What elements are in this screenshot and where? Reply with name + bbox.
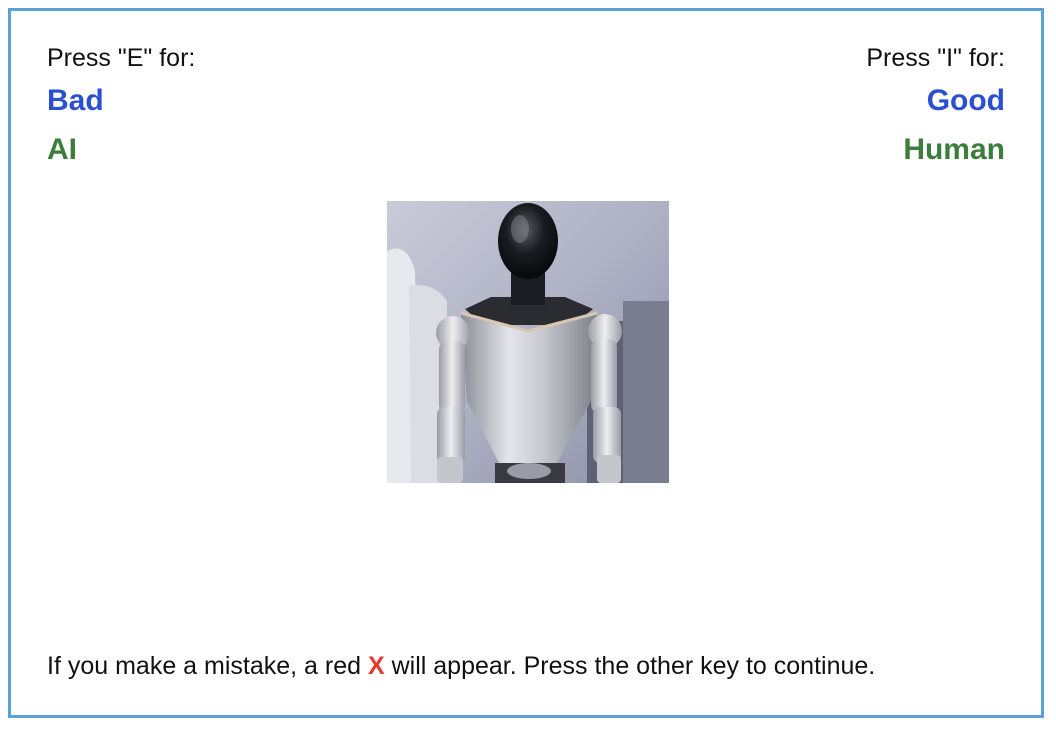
right-key-panel: Press "I" for: Good Human bbox=[866, 43, 1005, 168]
left-category-bottom: AI bbox=[47, 133, 77, 166]
left-key-panel: Press "E" for: Bad AI bbox=[47, 43, 195, 168]
error-mark: X bbox=[367, 652, 385, 680]
instructions-after: will appear. Press the other key to cont… bbox=[384, 652, 876, 680]
right-category-top: Good bbox=[926, 84, 1005, 117]
instructions-before: If you make a mistake, a red bbox=[47, 652, 368, 680]
task-frame: Press "E" for: Bad AI Press "I" for: Goo… bbox=[8, 8, 1044, 718]
right-key-prompt: Press "I" for: bbox=[866, 44, 1005, 72]
left-category-top: Bad bbox=[47, 84, 104, 117]
stimulus-image bbox=[387, 201, 669, 483]
instructions-text: If you make a mistake, a red X will appe… bbox=[47, 651, 1005, 681]
humanoid-robot-photo bbox=[387, 201, 669, 483]
right-category-bottom: Human bbox=[903, 133, 1005, 166]
left-key-prompt: Press "E" for: bbox=[47, 44, 196, 72]
